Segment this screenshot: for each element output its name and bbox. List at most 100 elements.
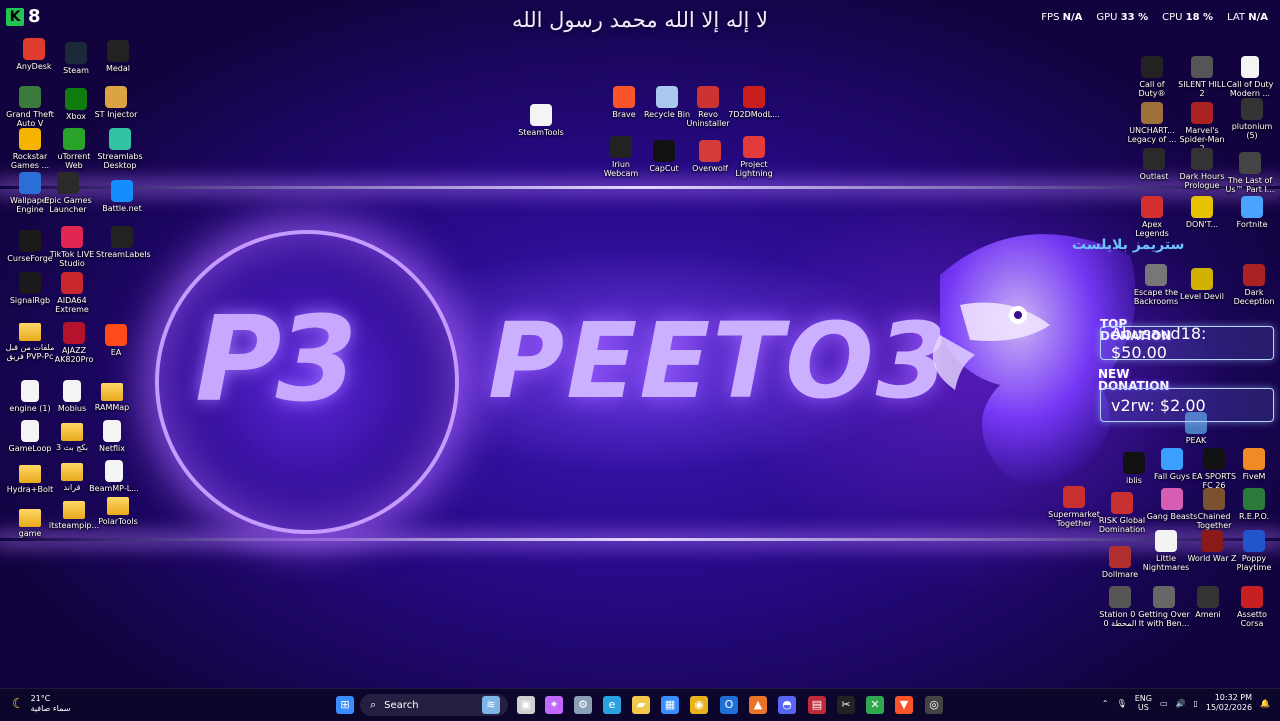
desktop-icon[interactable]: DON'T... — [1176, 196, 1228, 229]
battery-icon[interactable]: ▯ — [1194, 699, 1198, 708]
desktop-icon[interactable]: UNCHART... Legacy of ... — [1126, 102, 1178, 144]
warning-app-button[interactable]: ▲ — [749, 696, 767, 714]
desktop-icon[interactable]: AIDA64 Extreme — [46, 272, 98, 314]
desktop-icon[interactable]: SteamTools — [515, 104, 567, 137]
edge-button[interactable]: e — [603, 696, 621, 714]
desktop-icon[interactable]: Marvel's Spider-Man 2 — [1176, 102, 1228, 153]
outlook-button[interactable]: O — [720, 696, 738, 714]
desktop-icon-label: Netflix — [98, 444, 126, 453]
taskbar-widget[interactable]: ≋ — [482, 696, 500, 714]
capcut-button[interactable]: ✂ — [837, 696, 855, 714]
desktop-icon[interactable]: Escape the Backrooms — [1130, 264, 1182, 306]
assetto-icon — [1241, 586, 1263, 608]
desktop-icon-label: Assetto Corsa — [1237, 610, 1267, 628]
folder-icon — [107, 497, 129, 515]
weather-widget[interactable]: ☾ 21°C سماء صافية — [12, 694, 70, 714]
brave-button[interactable]: ▼ — [895, 696, 913, 714]
task-view-button[interactable]: ▣ — [517, 696, 535, 714]
desktop-icon[interactable]: Dark Deception — [1228, 264, 1280, 306]
desktop-icon[interactable]: Supermarket Together — [1048, 486, 1100, 528]
desktop-icon[interactable]: 7D2DModL... — [728, 86, 780, 119]
volume-icon[interactable]: 🔊 — [1176, 699, 1186, 708]
desktop-icon[interactable]: RISK Global Domination — [1096, 492, 1148, 534]
desktop-icon[interactable]: FiveM — [1228, 448, 1280, 481]
cod-icon — [1141, 56, 1163, 78]
desktop-icon-label: قراند — [63, 483, 81, 492]
desktop-icon[interactable]: Epic Games Launcher — [42, 172, 94, 214]
desktop-icon[interactable]: ST Injector — [90, 86, 142, 119]
curseforge-icon — [19, 230, 41, 252]
settings-button[interactable]: ⚙ — [574, 696, 592, 714]
desktop-icon[interactable]: Dollmare — [1094, 546, 1146, 579]
network-icon[interactable]: ▭ — [1160, 699, 1168, 708]
folder-icon — [101, 383, 123, 401]
capcut-icon — [653, 140, 675, 162]
desktop-icon[interactable]: Project Lightning — [728, 136, 780, 178]
region-code: US — [1137, 703, 1149, 712]
performance-overlay: FPS N/A GPU 33 % CPU 18 % LAT N/A — [1041, 12, 1268, 23]
desktop-icon[interactable]: Dark Hours Prologue — [1176, 148, 1228, 190]
start-button[interactable]: ⊞ — [336, 696, 354, 714]
desktop-icon[interactable]: Little Nightmares — [1140, 530, 1192, 572]
desktop-icon[interactable]: TikTok LIVE Studio — [46, 226, 98, 268]
gear-icon: ⚙ — [578, 698, 588, 711]
desktop-icon-label: Streamlabs Desktop — [97, 152, 143, 170]
store-button[interactable]: ▦ — [661, 696, 679, 714]
desktop-icon[interactable]: SILENT HILL 2 — [1176, 56, 1228, 98]
desktop-icon[interactable]: uTorrent Web — [48, 128, 100, 170]
desktop-icon[interactable]: BeamMP-L... — [88, 460, 140, 493]
folder-icon: ▰ — [636, 698, 646, 711]
desktop-icon[interactable]: CapCut — [638, 140, 690, 173]
desktop-icon[interactable]: Revo Uninstaller — [682, 86, 734, 128]
desktop-icon[interactable]: PolarTools — [92, 494, 144, 526]
desktop-icon-label: Dollmare — [1101, 570, 1139, 579]
weather-desc: سماء صافية — [30, 704, 71, 713]
uncharted-icon — [1141, 102, 1163, 124]
desktop-icon[interactable]: The Last of Us™ Part I... — [1224, 152, 1276, 194]
desktop-icon-label: DON'T... — [1185, 220, 1219, 229]
desktop-icon[interactable]: Apex Legends — [1126, 196, 1178, 238]
lat-label: LAT — [1227, 12, 1246, 23]
discord-button[interactable]: ◓ — [778, 696, 796, 714]
desktop-icon[interactable]: Call of Duty Modern ... — [1224, 56, 1276, 98]
desktop-icon-label: Fall Guys — [1154, 472, 1190, 481]
top-donation-box: Abusaud18: $50.00 — [1100, 324, 1274, 362]
desktop-icon[interactable]: Grand Theft Auto V — [4, 86, 56, 128]
desktop-icon[interactable]: R.E.P.O. — [1228, 488, 1280, 521]
notification-bell-icon[interactable]: 🔔 — [1260, 699, 1270, 708]
desktop-icon[interactable]: plutonium (5) — [1226, 98, 1278, 140]
search-icon: ⌕ — [370, 698, 377, 711]
app-button-red[interactable]: ▤ — [808, 696, 826, 714]
obs-button[interactable]: ◎ — [925, 696, 943, 714]
desktop-icon[interactable]: RAMMap — [86, 380, 138, 412]
desktop-icon[interactable]: StreamLabels — [96, 226, 151, 259]
mic-icon[interactable]: 🎙 — [1117, 699, 1127, 708]
clock[interactable]: 10:32 PM 15/02/2026 — [1206, 693, 1252, 713]
desktop-icon[interactable]: Fortnite — [1226, 196, 1278, 229]
signalrgb-icon — [19, 272, 41, 294]
file-explorer-button[interactable]: ▰ — [632, 696, 650, 714]
medal-icon — [107, 40, 129, 62]
desktop-icon[interactable]: Battle.net — [96, 180, 148, 213]
chevron-up-icon[interactable]: ⌃ — [1102, 699, 1109, 708]
fc26-icon — [1203, 448, 1225, 470]
ajazz-icon — [63, 322, 85, 344]
desktop-icon[interactable]: Level Devil — [1176, 268, 1228, 301]
chrome-button[interactable]: ◉ — [690, 696, 708, 714]
folder-icon — [19, 465, 41, 483]
language-indicator[interactable]: ENG US — [1135, 694, 1152, 712]
desktop-icon[interactable]: Call of Duty® — [1126, 56, 1178, 98]
desktop-icon[interactable]: Netflix — [86, 420, 138, 453]
document-icon — [21, 380, 39, 402]
desktop-icon[interactable]: Assetto Corsa — [1226, 586, 1278, 628]
desktop-icon[interactable]: Outlast — [1128, 148, 1180, 181]
copilot-button[interactable]: ✦ — [545, 696, 563, 714]
desktop-icon[interactable]: Streamlabs Desktop — [94, 128, 146, 170]
tlou-icon — [1239, 152, 1261, 174]
desktop-icon[interactable]: Medal — [92, 40, 144, 73]
desktop-icon[interactable]: EA — [90, 324, 142, 357]
desktop-icon[interactable]: Poppy Playtime — [1228, 530, 1280, 572]
desktop-icon-label: RISK Global Domination — [1098, 516, 1146, 534]
xbox-button[interactable]: ✕ — [866, 696, 884, 714]
desktop-icon-label: 7D2DModL... — [728, 110, 780, 119]
